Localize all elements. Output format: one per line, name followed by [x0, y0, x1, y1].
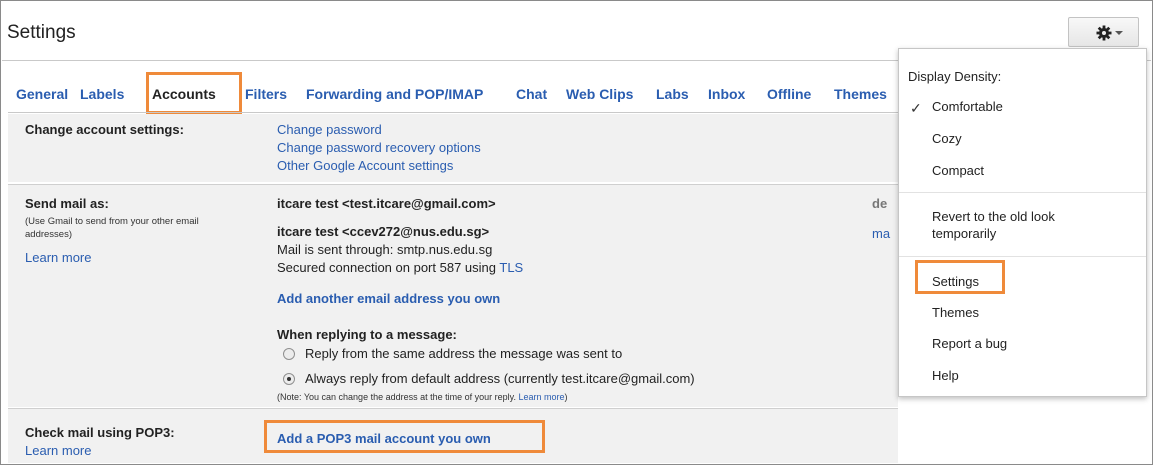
sent-through-text: Mail is sent through: smtp.nus.edu.sg: [277, 242, 493, 257]
menu-item-compact[interactable]: Compact: [932, 163, 984, 178]
menu-item-settings[interactable]: Settings: [932, 274, 979, 289]
reply-default-label: Always reply from default address (curre…: [305, 371, 695, 386]
check-mail-label: Check mail using POP3:: [25, 425, 175, 440]
send-mail-hint: (Use Gmail to send from your other email…: [25, 216, 199, 240]
note-learn-more-link[interactable]: Learn more: [519, 392, 565, 402]
tab-forwarding-pop-imap[interactable]: Forwarding and POP/IMAP: [306, 86, 483, 102]
settings-gear-button[interactable]: [1068, 17, 1139, 47]
tab-themes[interactable]: Themes: [834, 86, 887, 102]
tab-offline[interactable]: Offline: [767, 86, 811, 102]
reply-same-radio[interactable]: [283, 348, 295, 360]
send-mail-learn-more-link[interactable]: Learn more: [25, 250, 91, 265]
replying-heading: When replying to a message:: [277, 327, 457, 342]
display-density-heading: Display Density:: [908, 69, 1002, 84]
tab-accounts[interactable]: Accounts: [152, 86, 216, 102]
change-password-link[interactable]: Change password: [277, 122, 382, 137]
other-account-settings-link[interactable]: Other Google Account settings: [277, 158, 453, 173]
check-mail-learn-more-link[interactable]: Learn more: [25, 443, 91, 458]
chevron-down-icon: [1115, 31, 1123, 35]
check-icon: ✓: [910, 100, 922, 116]
send-address-1: itcare test <test.itcare@gmail.com>: [277, 196, 496, 211]
tab-chat[interactable]: Chat: [516, 86, 547, 102]
menu-item-help[interactable]: Help: [932, 368, 959, 383]
change-recovery-link[interactable]: Change password recovery options: [277, 140, 481, 155]
menu-item-comfortable[interactable]: Comfortable: [932, 99, 1003, 114]
tab-general[interactable]: General: [16, 86, 68, 102]
tab-labels[interactable]: Labels: [80, 86, 124, 102]
reply-default-radio[interactable]: [283, 373, 295, 385]
add-pop3-account-link[interactable]: Add a POP3 mail account you own: [277, 431, 491, 446]
tab-inbox[interactable]: Inbox: [708, 86, 745, 102]
tab-filters[interactable]: Filters: [245, 86, 287, 102]
menu-item-themes[interactable]: Themes: [932, 305, 979, 320]
send-mail-label: Send mail as:: [25, 196, 109, 211]
menu-item-report-bug[interactable]: Report a bug: [932, 336, 1007, 351]
settings-dropdown-menu: Display Density: ✓ Comfortable Cozy Comp…: [898, 48, 1147, 397]
secured-connection-text: Secured connection on port 587 using TLS: [277, 260, 524, 275]
send-address-2: itcare test <ccev272@nus.edu.sg>: [277, 224, 490, 239]
menu-divider: [899, 256, 1146, 257]
gear-icon: [1096, 25, 1112, 41]
tabs-divider: [8, 112, 898, 113]
tls-link[interactable]: TLS: [499, 260, 523, 275]
page-title: Settings: [7, 22, 76, 43]
address-1-action: de: [872, 196, 888, 211]
menu-item-cozy[interactable]: Cozy: [932, 131, 962, 146]
menu-item-revert-old-look[interactable]: Revert to the old look temporarily: [932, 208, 1107, 242]
add-another-address-link[interactable]: Add another email address you own: [277, 291, 500, 306]
reply-note: (Note: You can change the address at the…: [277, 392, 568, 402]
reply-same-label: Reply from the same address the message …: [305, 346, 623, 361]
tab-labs[interactable]: Labs: [656, 86, 689, 102]
address-2-action-link[interactable]: ma: [872, 226, 890, 241]
menu-divider: [899, 192, 1146, 193]
tab-web-clips[interactable]: Web Clips: [566, 86, 633, 102]
change-account-label: Change account settings:: [25, 122, 184, 137]
